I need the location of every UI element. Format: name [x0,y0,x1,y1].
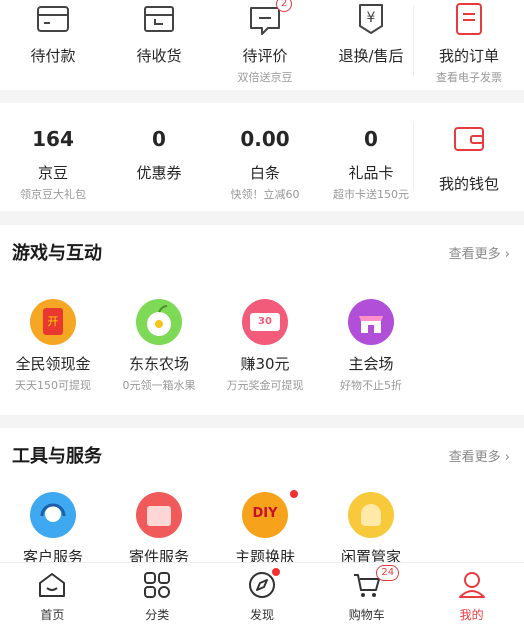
yuan-bag-icon [348,492,394,538]
return-yuan-icon: ¥ [359,4,383,34]
game-label: 全民领现金 [15,355,91,373]
baitiao-entry[interactable]: 0.00 白条 快领！立减60 [212,127,318,207]
see-more-link[interactable]: 查看更多 › [449,446,510,465]
order-pending-payment[interactable]: 待付款 [0,0,106,80]
tab-cart[interactable]: 24 购物车 [314,563,419,634]
gift-card-entry[interactable]: 0 礼品卡 超市卡送150元 [318,127,424,207]
jd-beans-entry[interactable]: 164 京豆 领京豆大礼包 [0,127,106,207]
red-envelope-icon: 开 [30,299,76,345]
category-icon [144,572,171,598]
gift-card-count: 0 [364,127,378,151]
order-label: 待收货 [136,47,182,65]
tab-discover[interactable]: 发现 [210,563,315,634]
order-list-icon [456,3,482,35]
game-item-main-venue[interactable]: 主会场好物不止5折 [318,299,424,399]
svg-text:¥: ¥ [367,10,376,26]
baitiao-label: 白条 [249,164,280,182]
tab-label: 我的 [459,608,484,622]
beans-count: 164 [32,127,74,151]
my-orders-label: 我的订单 [438,47,499,65]
tab-home[interactable]: 首页 [0,563,105,634]
review-count-badge: 2 [276,0,293,12]
tab-category[interactable]: 分类 [105,563,210,634]
game-sub-label: 万元奖金可提现 [226,379,304,392]
my-orders-button[interactable]: 我的订单查看电子发票 [414,0,524,86]
tab-label: 发现 [249,608,274,622]
store-icon [348,299,394,345]
assets-card: 164 京豆 领京豆大礼包 0 优惠券 0.00 白条 快领！立减60 0 礼品… [0,103,524,211]
order-pending-delivery[interactable]: 待收货 [106,0,212,80]
mail-box-icon [136,492,182,538]
tab-label: 购物车 [348,608,385,622]
tool-item-theme[interactable]: DIY 主题换肤 [212,490,318,566]
game-item-earn[interactable]: 30 赚30元万元奖金可提现 [212,299,318,399]
games-section: 游戏与互动 查看更多 › 开 全民领现金天天150可提现 东东农场 0元领一箱水果… [0,225,524,415]
tool-item-shipping[interactable]: 寄件服务 [106,490,212,566]
beans-label: 京豆 [37,164,68,182]
section-title: 工具与服务 [12,446,102,467]
coupons-label: 优惠券 [136,164,182,182]
gift-card-label: 礼品卡 [348,164,394,182]
tab-profile[interactable]: 我的 [419,563,524,634]
game-label: 东东农场 [128,355,189,373]
cart-count-badge: 24 [376,565,400,581]
order-pending-review[interactable]: 2 待评价双倍送京豆 [212,0,318,84]
cash-icon: 30 [242,299,288,345]
baitiao-sub-label: 快领！立减60 [230,188,300,201]
order-label: 待付款 [30,47,76,65]
diy-icon: DIY [242,492,288,538]
order-sub-label: 双倍送京豆 [237,71,293,84]
apple-icon [136,299,182,345]
tab-label: 分类 [145,608,170,622]
see-more-link[interactable]: 查看更多 › [449,243,510,262]
game-sub-label: 好物不止5折 [340,379,402,392]
game-item-farm[interactable]: 东东农场 0元领一箱水果 [106,299,212,399]
invoice-link: 查看电子发票 [436,71,502,84]
gift-card-sub-label: 超市卡送150元 [333,188,409,201]
tool-item-idle[interactable]: 闲置管家 [318,490,424,566]
order-label: 待评价 [242,47,288,65]
coupons-count: 0 [152,127,166,151]
game-label: 主会场 [348,355,394,373]
profile-icon [458,572,485,598]
home-icon [39,573,66,597]
game-item-cash[interactable]: 开 全民领现金天天150可提现 [0,299,106,399]
game-sub-label: 天天150可提现 [15,379,91,392]
game-sub-label: 0元领一箱水果 [122,379,196,392]
bottom-tab-bar: 首页 分类 发现 24 购物车 我的 [0,562,524,634]
wallet-card-icon [37,6,69,32]
game-label: 赚30元 [240,355,290,373]
order-returns[interactable]: ¥ 退换/售后 [318,0,424,80]
notification-dot [290,490,298,498]
notification-dot [271,568,280,576]
order-label: 退换/售后 [338,47,404,65]
baitiao-amount: 0.00 [240,127,290,151]
my-wallet-label: 我的钱包 [438,175,499,193]
my-wallet-button[interactable]: 我的钱包 [414,119,524,199]
wallet-icon [454,127,484,151]
orders-card: 待付款 待收货 2 待评价双倍送京豆 ¥ 退换/售后 我的订单查看电子发票 [0,0,524,90]
tools-section: 工具与服务 查看更多 › 客户服务 寄件服务 DIY 主题换肤 闲置管家 [0,428,524,566]
tool-item-customer-service[interactable]: 客户服务 [0,490,106,566]
headset-icon [30,492,76,538]
section-title: 游戏与互动 [12,243,102,264]
beans-sub-label: 领京豆大礼包 [20,188,86,201]
coupons-entry[interactable]: 0 优惠券 [106,127,212,207]
tab-label: 首页 [40,608,65,622]
package-box-icon [144,6,174,32]
